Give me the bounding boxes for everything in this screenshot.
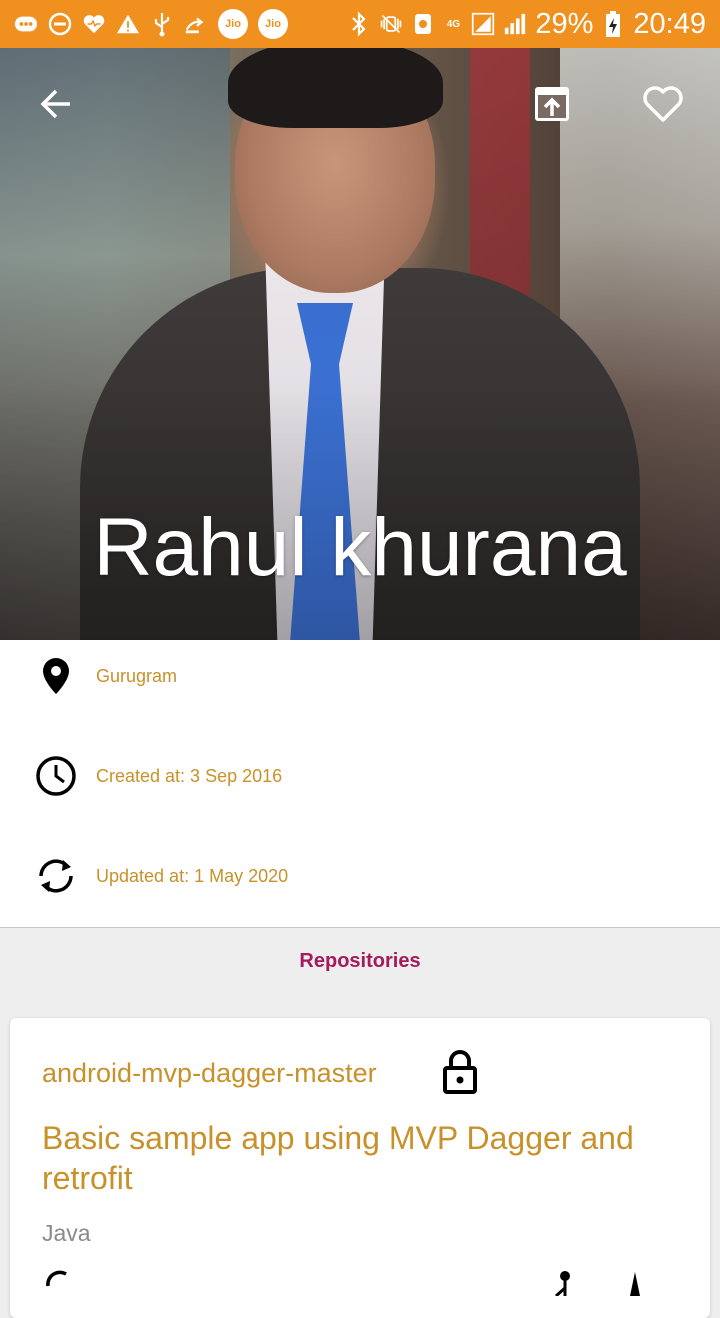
profile-name: Rahul khurana	[93, 502, 627, 593]
open-in-browser-icon	[535, 87, 569, 121]
clock-icon	[30, 750, 82, 802]
hero-hair	[228, 48, 443, 128]
battery-percent: 29%	[535, 7, 594, 40]
repository-language: Java	[42, 1220, 91, 1246]
back-button[interactable]	[30, 78, 82, 130]
network-4g-icon: 4G	[446, 18, 461, 30]
refresh-icon	[42, 1266, 72, 1296]
bluetooth-icon	[347, 11, 371, 37]
location-pin-icon	[30, 650, 82, 702]
repositories-heading: Repositories	[299, 950, 421, 972]
updated-at-text: Updated at: 1 May 2020	[96, 865, 289, 886]
lock-icon	[440, 1050, 480, 1096]
fork-icon	[550, 1266, 580, 1298]
repository-card[interactable]: android-mvp-dagger-master Basic sample a…	[10, 1018, 710, 1318]
usb-icon	[150, 12, 174, 37]
status-bar: Jio Jio 4G 29% 20:49	[0, 0, 720, 48]
battery-charging-icon	[601, 11, 625, 37]
message-icon	[14, 12, 38, 36]
health-heart-icon	[82, 12, 106, 36]
profile-hero-image: Rahul khurana	[0, 48, 720, 640]
favorite-button[interactable]	[637, 78, 689, 130]
created-row: Created at: 3 Sep 2016	[0, 746, 720, 806]
updated-row: Updated at: 1 May 2020	[0, 846, 720, 906]
jio-sim2-icon: Jio	[258, 9, 288, 39]
repository-name: android-mvp-dagger-master	[42, 1058, 377, 1088]
open-in-browser-button[interactable]	[526, 78, 578, 130]
created-at-text: Created at: 3 Sep 2016	[96, 765, 283, 786]
location-row: Gurugram	[0, 646, 720, 706]
star-icon	[620, 1266, 650, 1296]
clock-time: 20:49	[633, 7, 706, 40]
location-text: Gurugram	[96, 665, 178, 686]
signal-sim2-icon	[503, 12, 527, 36]
profile-info-card: Gurugram Created at: 3 Sep 2016 Updated …	[0, 640, 720, 928]
warning-icon	[116, 12, 140, 36]
heart-outline-icon	[643, 86, 683, 122]
data-transfer-icon	[184, 12, 208, 36]
sim-status-icon	[411, 12, 435, 36]
jio-sim1-icon: Jio	[218, 9, 248, 39]
vibrate-icon	[379, 12, 403, 36]
do-not-disturb-icon	[48, 12, 72, 36]
signal-sim1-icon	[471, 12, 495, 36]
repository-description: Basic sample app using MVP Dagger and re…	[42, 1120, 634, 1196]
arrow-left-icon	[40, 89, 70, 119]
sync-icon	[30, 850, 82, 902]
